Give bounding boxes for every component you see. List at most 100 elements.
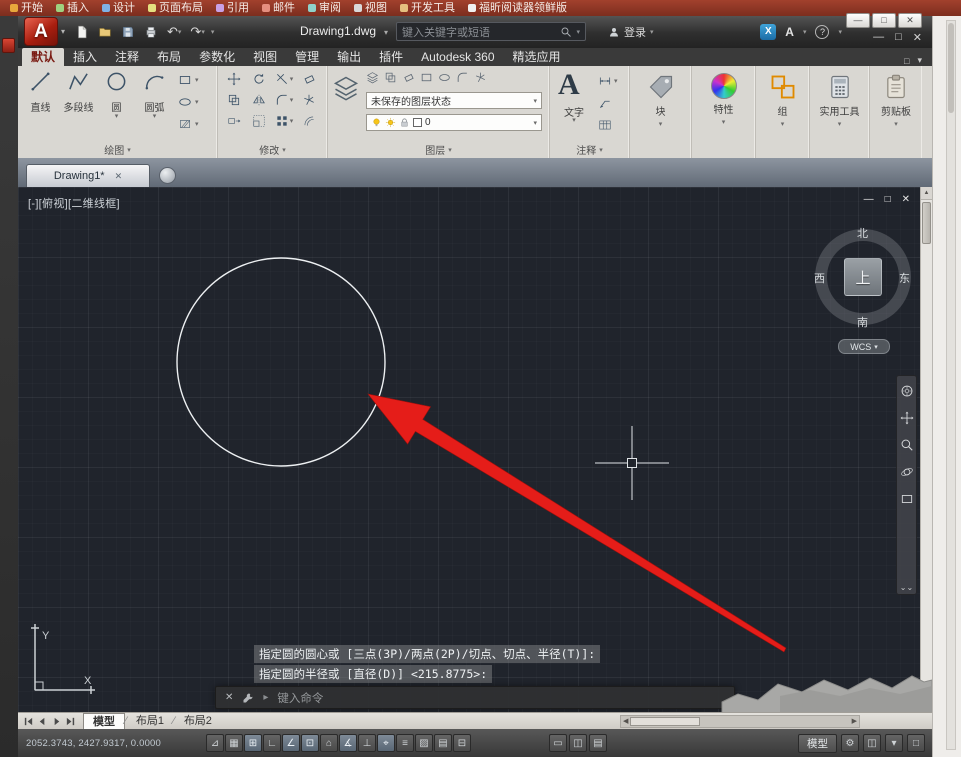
tool-explode[interactable] <box>298 91 320 109</box>
ribbon-tab-manage[interactable]: 管理 <box>286 48 328 66</box>
otrack-toggle[interactable]: ∡ <box>339 734 357 752</box>
ribbon-tab-home[interactable]: 默认 <box>22 48 65 66</box>
menu-item-developer[interactable]: 开发工具 <box>400 0 455 16</box>
chevron-down-icon[interactable]: ▾ <box>614 77 618 85</box>
ribbon-panel-properties[interactable]: 特性 ▾ <box>692 66 756 158</box>
tool-erase[interactable] <box>298 70 320 88</box>
tool-ellipse[interactable]: ▾ <box>178 93 216 111</box>
ribbon-tab-a360[interactable]: Autodesk 360 <box>412 48 503 66</box>
close-icon[interactable]: ✕ <box>115 171 123 182</box>
command-line[interactable]: ✕ ▸ 键入命令 <box>215 686 735 709</box>
command-input[interactable]: 键入命令 <box>277 690 323 706</box>
tool-rotate[interactable] <box>248 70 270 88</box>
qat-customize-chevron-icon[interactable]: ▾ <box>211 28 215 36</box>
layer-properties-icon[interactable] <box>332 74 360 102</box>
tool-array[interactable]: ▾ <box>273 112 295 130</box>
sun-icon[interactable] <box>385 117 396 128</box>
panel-title-annotation[interactable]: 注释 ▾ <box>550 142 629 157</box>
previous-tab-icon[interactable] <box>37 716 48 727</box>
viewcube-top-face[interactable]: 上 <box>844 258 882 296</box>
chevron-down-icon[interactable]: ▾ <box>61 27 65 36</box>
chevron-down-icon[interactable]: ▾ <box>290 117 294 125</box>
menu-item-insert[interactable]: 插入 <box>56 0 89 16</box>
window-restore-button[interactable]: □ <box>895 31 902 44</box>
wcs-dropdown[interactable]: WCS ▾ <box>838 339 890 354</box>
first-tab-icon[interactable] <box>23 716 34 727</box>
quick-properties-toggle[interactable]: ▤ <box>434 734 452 752</box>
search-icon[interactable] <box>560 26 572 38</box>
menu-item-references[interactable]: 引用 <box>216 0 249 16</box>
menu-item-review[interactable]: 审阅 <box>308 0 341 16</box>
chevron-down-icon[interactable]: ▾ <box>290 96 294 104</box>
tool-copy[interactable] <box>223 91 245 109</box>
current-layer-dropdown[interactable]: 0 ▾ <box>366 114 542 131</box>
plot-button[interactable] <box>141 22 161 41</box>
redo-button[interactable]: ↷ ▾ <box>187 22 207 41</box>
viewport-controls[interactable]: [-][俯视][二维线框] <box>28 195 120 211</box>
open-file-button[interactable] <box>95 22 115 41</box>
chevron-down-icon[interactable]: ▾ <box>178 28 182 36</box>
tool-arc[interactable]: 圆弧 ▾ <box>136 70 173 120</box>
navbar-more-chevrons-icon[interactable]: ⌄⌄ <box>900 584 913 592</box>
autodesk-menu-icon[interactable]: A <box>785 25 794 39</box>
tool-dimension[interactable]: ▾ <box>598 72 628 90</box>
window-minimize-button[interactable]: — <box>846 13 870 28</box>
tool-scale[interactable] <box>248 112 270 130</box>
scroll-right-icon[interactable]: ▶ <box>852 717 857 725</box>
panel-title-layers[interactable]: 图层 ▾ <box>328 142 549 157</box>
tool-polyline[interactable]: 多段线 <box>60 70 97 114</box>
viewcube-east[interactable]: 东 <box>899 270 910 286</box>
tool-rectangle[interactable]: ▾ <box>178 71 216 89</box>
ducs-toggle[interactable]: ⊥ <box>358 734 376 752</box>
coordinates-readout[interactable]: 2052.3743, 2427.9317, 0.0000 <box>18 738 196 749</box>
layer-tool-icon[interactable] <box>474 71 487 84</box>
model-space-toggle[interactable]: 模型 <box>798 733 837 753</box>
chevron-down-icon[interactable]: ▾ <box>195 98 199 106</box>
ribbon-tab-annotate[interactable]: 注释 <box>106 48 148 66</box>
menu-item-start[interactable]: 开始 <box>10 0 43 16</box>
zoom-icon[interactable] <box>900 438 914 452</box>
layer-tool-icon[interactable] <box>402 71 415 84</box>
viewcube-south[interactable]: 南 <box>857 314 868 330</box>
drawing-tab-active[interactable]: Drawing1* ✕ <box>26 164 150 187</box>
quick-view-layouts-icon[interactable]: ▭ <box>549 734 567 752</box>
dynamic-input-toggle[interactable]: ⌖ <box>377 734 395 752</box>
layer-state-dropdown[interactable]: 未保存的图层状态 ▾ <box>366 92 542 109</box>
layer-tool-icon[interactable] <box>456 71 469 84</box>
viewcube-north[interactable]: 北 <box>857 225 868 241</box>
tool-fillet[interactable]: ▾ <box>273 91 295 109</box>
ribbon-panel-block[interactable]: 块 ▾ <box>630 66 692 158</box>
window-close-button[interactable]: ✕ <box>898 13 922 28</box>
outer-scrollbar[interactable] <box>946 20 956 750</box>
chevron-down-icon[interactable]: ▾ <box>195 76 199 84</box>
customize-wrench-icon[interactable] <box>242 692 254 704</box>
ribbon-panel-group[interactable]: 组 ▾ <box>756 66 810 158</box>
ribbon-tab-parametric[interactable]: 参数化 <box>190 48 244 66</box>
viewport-minimize-button[interactable]: — <box>864 194 874 205</box>
help-icon[interactable]: ? <box>815 24 830 39</box>
showmotion-icon[interactable] <box>900 492 914 506</box>
bulb-on-icon[interactable] <box>371 117 382 128</box>
new-drawing-tab-button[interactable] <box>159 167 176 184</box>
tool-leader[interactable] <box>598 94 628 112</box>
polar-toggle[interactable]: ∠ <box>282 734 300 752</box>
horizontal-scrollbar[interactable]: ◀ ▶ <box>620 714 860 728</box>
ribbon-panel-utilities[interactable]: 实用工具 ▾ <box>810 66 870 158</box>
window-minimize-button[interactable]: — <box>873 31 884 44</box>
ribbon-minimize-icon[interactable]: □ <box>904 56 909 66</box>
chevron-down-icon[interactable]: ▾ <box>554 116 594 124</box>
new-file-button[interactable] <box>72 22 92 41</box>
chevron-down-icon[interactable]: ▾ <box>384 28 388 37</box>
tool-line[interactable]: 直线 <box>22 70 59 114</box>
ribbon-tab-output[interactable]: 输出 <box>328 48 370 66</box>
annotation-scale-icon[interactable]: ▤ <box>589 734 607 752</box>
lock-ui-icon[interactable]: ◫ <box>863 734 881 752</box>
osnap-3d-toggle[interactable]: ⌂ <box>320 734 338 752</box>
ribbon-tab-featured-apps[interactable]: 精选应用 <box>504 48 570 66</box>
close-icon[interactable]: ✕ <box>225 692 233 703</box>
layer-color-swatch[interactable] <box>413 118 422 127</box>
transparency-toggle[interactable]: ▨ <box>415 734 433 752</box>
chevron-down-icon[interactable]: ▾ <box>195 120 199 128</box>
quick-view-drawings-icon[interactable]: ◫ <box>569 734 587 752</box>
chevron-down-icon[interactable]: ▾ <box>290 75 294 83</box>
